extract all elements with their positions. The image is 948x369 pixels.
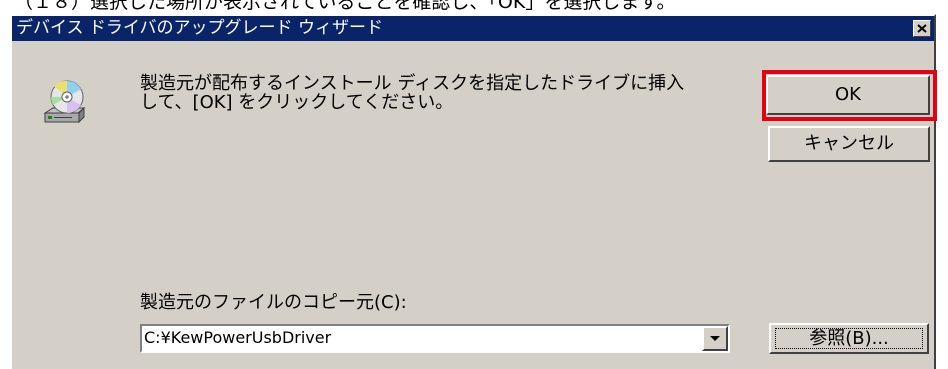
instruction-text: （１８）選択した場所が表示されていることを確認し、「OK」を選択します。 <box>14 0 676 13</box>
window-title: デバイス ドライバのアップグレード ウィザード <box>16 18 383 38</box>
dropdown-button[interactable] <box>702 326 728 351</box>
message-line-2: して、[OK] をクリックしてください。 <box>140 92 454 113</box>
copy-source-label: 製造元のファイルのコピー元(C): <box>140 292 407 313</box>
copy-source-combobox[interactable] <box>140 324 730 353</box>
driver-upgrade-dialog: デバイス ドライバのアップグレード ウィザード 製造元が配布するインストール デ… <box>10 14 937 369</box>
cancel-button[interactable]: キャンセル <box>768 126 930 162</box>
title-bar: デバイス ドライバのアップグレード ウィザード <box>12 16 934 41</box>
chevron-down-icon <box>710 336 720 341</box>
instruction-message: 製造元が配布するインストール ディスクを指定したドライブに挿入 して、[OK] … <box>140 74 684 112</box>
dialog-body: 製造元が配布するインストール ディスクを指定したドライブに挿入 して、[OK] … <box>12 41 937 369</box>
browse-label: 参照(B)... <box>809 328 889 349</box>
instruction-caption: （１８）選択した場所が表示されていることを確認し、「OK」を選択します。 <box>0 0 948 14</box>
copy-source-input[interactable] <box>144 327 692 349</box>
close-button[interactable] <box>913 20 931 37</box>
browse-button[interactable]: 参照(B)... <box>769 323 929 354</box>
message-line-1: 製造元が配布するインストール ディスクを指定したドライブに挿入 <box>140 73 685 94</box>
close-icon <box>917 24 927 33</box>
ok-button[interactable]: OK <box>766 75 930 115</box>
cd-drive-icon <box>43 80 86 124</box>
